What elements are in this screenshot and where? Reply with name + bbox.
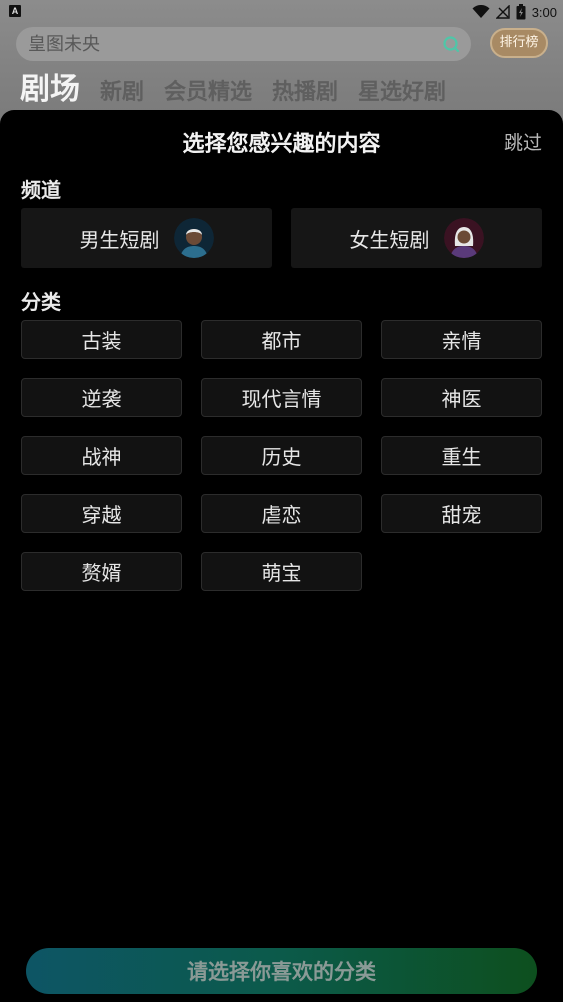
tab-star-picks[interactable]: 星选好剧: [358, 78, 446, 108]
channel-label: 男生短剧: [79, 227, 160, 252]
interest-selection-sheet: 选择您感兴趣的内容 跳过 频道 男生短剧 女生短剧 分类 古装 都市 亲情 逆袭…: [0, 110, 563, 1002]
category-button[interactable]: 虐恋: [201, 494, 362, 533]
tab-vip-picks[interactable]: 会员精选: [164, 78, 252, 108]
tab-trending[interactable]: 热播剧: [272, 78, 338, 108]
category-button[interactable]: 都市: [201, 320, 362, 359]
channel-section-label: 频道: [21, 178, 61, 202]
tab-new[interactable]: 新剧: [100, 78, 144, 108]
top-tab-bar: 剧场 新剧 会员精选 热播剧 星选好剧: [20, 68, 446, 108]
wifi-icon: [472, 5, 490, 18]
male-avatar-icon: [173, 218, 214, 258]
category-button[interactable]: 萌宝: [201, 552, 362, 591]
category-button[interactable]: 古装: [21, 320, 182, 359]
status-icons: 3:00: [472, 3, 557, 21]
skip-button[interactable]: 跳过: [504, 128, 542, 155]
search-bar[interactable]: [16, 27, 471, 61]
status-bar: A 3:00: [0, 0, 563, 26]
channel-female-drama[interactable]: 女生短剧: [291, 208, 542, 268]
battery-icon: [516, 4, 526, 20]
category-button[interactable]: 亲情: [381, 320, 542, 359]
search-input[interactable]: [16, 27, 426, 61]
female-avatar-icon: [443, 218, 484, 258]
channel-label: 女生短剧: [349, 227, 430, 252]
app-notification-icon: A: [9, 5, 21, 17]
category-button[interactable]: 赘婿: [21, 552, 182, 591]
ranking-button[interactable]: 排行榜: [490, 28, 548, 58]
category-button[interactable]: 重生: [381, 436, 542, 475]
signal-icon: [495, 5, 510, 19]
category-button[interactable]: 历史: [201, 436, 362, 475]
category-button[interactable]: 战神: [21, 436, 182, 475]
confirm-categories-button[interactable]: 请选择你喜欢的分类: [26, 948, 537, 994]
category-section-label: 分类: [21, 290, 61, 314]
category-button[interactable]: 神医: [381, 378, 542, 417]
search-icon[interactable]: [441, 34, 461, 54]
category-button[interactable]: 甜宠: [381, 494, 542, 533]
status-time: 3:00: [531, 4, 557, 20]
tab-theater[interactable]: 剧场: [20, 72, 80, 108]
category-button[interactable]: 穿越: [21, 494, 182, 533]
category-button[interactable]: 现代言情: [201, 378, 362, 417]
category-button[interactable]: 逆袭: [21, 378, 182, 417]
sheet-title: 选择您感兴趣的内容: [182, 132, 381, 157]
channel-male-drama[interactable]: 男生短剧: [21, 208, 272, 268]
